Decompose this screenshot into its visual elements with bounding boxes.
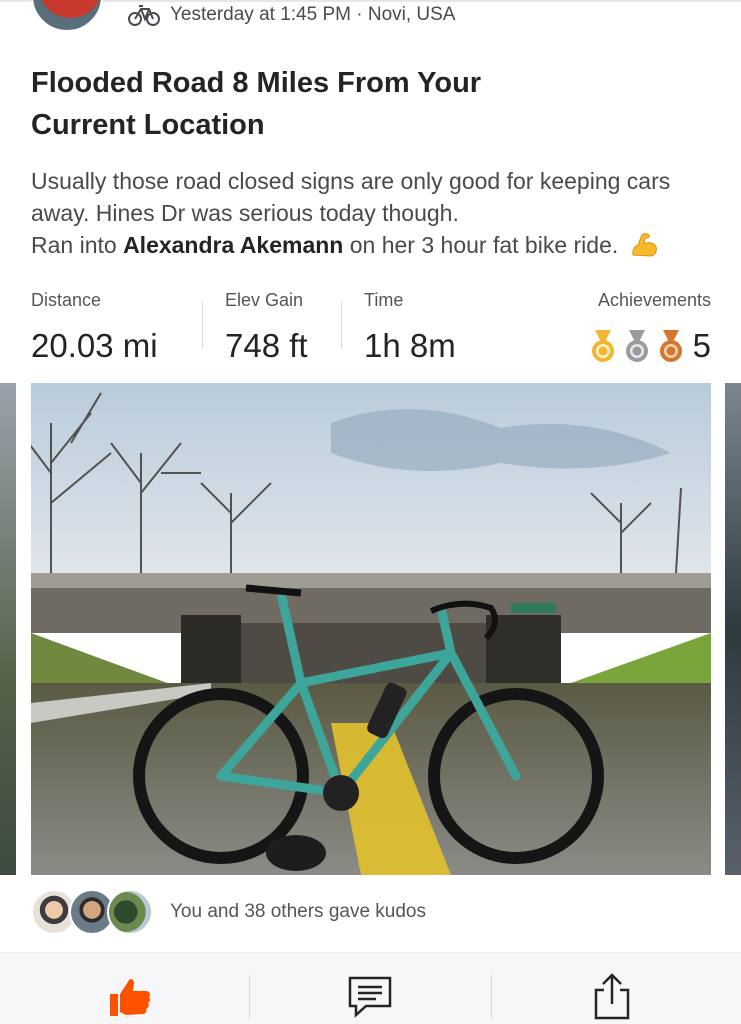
share-icon — [594, 973, 630, 1020]
bike-icon — [128, 5, 160, 26]
activity-meta-text: Yesterday at 1:45 PM · Novi, USA — [170, 4, 456, 25]
stat-value: 748 ft — [225, 327, 308, 364]
stat-value: 20.03 mi — [31, 327, 158, 364]
mentioned-athlete-link[interactable]: Alexandra Akemann — [123, 232, 343, 258]
stat-time: Time 1h 8m — [364, 288, 456, 366]
description-suffix: on her 3 hour fat bike ride. — [343, 232, 619, 258]
stat-achievements[interactable]: Achievements 5 — [587, 288, 711, 364]
flexed-biceps-icon — [631, 233, 657, 257]
action-divider — [249, 975, 250, 1019]
stat-label: Time — [364, 290, 404, 310]
kudos-avatar[interactable] — [107, 889, 153, 935]
achievements-count: 5 — [692, 327, 711, 364]
action-bar — [0, 952, 741, 1024]
stat-label: Elev Gain — [225, 290, 304, 310]
bronze-medal-icon — [659, 330, 682, 362]
activity-title[interactable]: Flooded Road 8 Miles From Your Current L… — [31, 62, 591, 146]
achievements-label: Achievements — [597, 290, 711, 310]
kudos-text[interactable]: You and 38 others gave kudos — [170, 901, 426, 923]
activity-stats: Distance 20.03 mi Elev Gain 748 ft Time … — [31, 288, 721, 368]
photo-carousel[interactable] — [0, 383, 741, 875]
thumbs-up-icon — [110, 979, 151, 1016]
next-photo-peek[interactable] — [725, 383, 741, 875]
comment-icon — [348, 976, 392, 1018]
description-prefix: Ran into — [31, 232, 124, 258]
description-line1: Usually those road closed signs are only… — [31, 168, 671, 226]
share-button[interactable] — [582, 971, 642, 1021]
gold-medal-icon — [591, 330, 614, 362]
stat-elevation: Elev Gain 748 ft — [225, 288, 308, 366]
comment-button[interactable] — [340, 971, 400, 1021]
activity-meta: Yesterday at 1:45 PM · Novi, USA — [128, 2, 455, 28]
kudos-row[interactable]: You and 38 others gave kudos — [31, 889, 721, 937]
action-divider — [491, 975, 492, 1019]
activity-header: Yesterday at 1:45 PM · Novi, USA — [0, 0, 741, 34]
silver-medal-icon — [625, 330, 648, 362]
previous-photo-peek[interactable] — [0, 383, 16, 875]
stat-label: Distance — [31, 290, 102, 310]
kudos-button[interactable] — [100, 971, 160, 1021]
activity-description: Usually those road closed signs are only… — [31, 165, 721, 261]
stat-value: 1h 8m — [364, 327, 456, 364]
stat-divider — [202, 302, 203, 348]
activity-photo[interactable] — [31, 383, 711, 875]
stat-divider — [341, 302, 342, 348]
athlete-avatar[interactable] — [31, 0, 103, 32]
stat-distance: Distance 20.03 mi — [31, 288, 158, 366]
